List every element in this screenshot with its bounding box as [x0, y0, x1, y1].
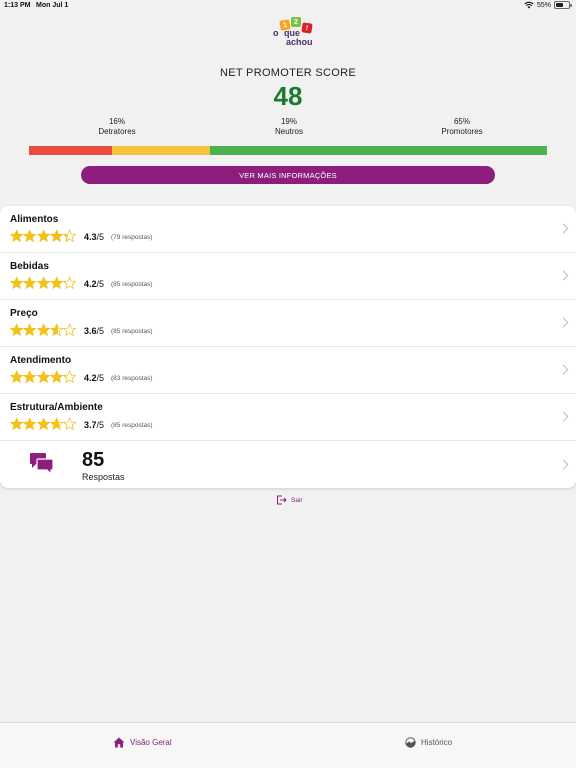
home-icon: [113, 737, 125, 748]
star-icon: [23, 276, 37, 290]
rating-score: 3.7/5: [84, 420, 105, 430]
star-icon: [10, 276, 24, 290]
star-icon: [49, 370, 64, 384]
battery-icon: [554, 1, 572, 9]
promoters-label: Promotores: [441, 127, 483, 136]
rating-count: (85 respostas): [111, 281, 153, 288]
star-icon: [10, 417, 24, 431]
star-icon: [63, 370, 77, 384]
tab-visao-geral[interactable]: Visão Geral: [113, 737, 172, 748]
star-icon: [63, 323, 77, 337]
logo-mark-2: 2: [291, 17, 301, 27]
logout-label: Sair: [291, 496, 303, 504]
chat-bubbles-icon: [30, 453, 54, 476]
rating-score: 4.2/5: [84, 373, 105, 383]
star-rating: [10, 229, 77, 243]
logout-button[interactable]: Sair: [276, 495, 303, 505]
rating-score: 4.2/5: [84, 279, 105, 289]
app-logo: 1 2 ! o que achou: [272, 17, 316, 50]
star-icon: [36, 370, 50, 384]
star-icon: [10, 323, 24, 337]
star-icon: [36, 229, 50, 243]
star-icon: [23, 417, 37, 431]
star-icon: [23, 229, 37, 243]
star-icon: [23, 370, 37, 384]
star-icon: [63, 417, 77, 431]
nps-bar-promoters: [210, 146, 547, 155]
status-date: Mon Jul 1: [36, 2, 69, 9]
rating-label: Preço: [10, 308, 38, 319]
rating-label: Alimentos: [10, 214, 59, 225]
star-icon: [63, 229, 77, 243]
nps-score: 48: [273, 81, 303, 111]
chevron-right-icon: [558, 411, 569, 422]
rating-label: Atendimento: [10, 355, 72, 366]
detractors-percent: 16%: [108, 117, 125, 126]
tab-historico[interactable]: Histórico: [405, 737, 452, 748]
detractors-label: Detratores: [98, 127, 136, 136]
logo-text-3: achou: [286, 37, 313, 47]
wifi-icon: [524, 1, 534, 9]
logo-text-1: o: [273, 28, 279, 38]
chevron-right-icon: [558, 317, 569, 328]
rating-label: Bebidas: [10, 261, 49, 272]
status-bar: 1:13 PM Mon Jul 1 55%: [0, 0, 576, 12]
star-icon: [49, 276, 64, 290]
star-icon: [10, 229, 24, 243]
neutrals-percent: 19%: [280, 117, 297, 126]
star-rating: [10, 417, 77, 431]
neutrals-label: Neutros: [274, 127, 303, 136]
rating-row-alimentos[interactable]: Alimentos 4.3/5 (79 respostas): [0, 206, 576, 253]
rating-count: (79 respostas): [111, 234, 153, 241]
rating-score: 3.6/5: [84, 326, 105, 336]
star-rating: [10, 370, 77, 384]
battery-percent: 55%: [536, 1, 551, 9]
nps-detractors: 16% Detratores: [57, 117, 177, 137]
chevron-right-icon: [558, 459, 569, 470]
nps-bar-detractors: [29, 146, 112, 155]
nps-bar-neutrals: [111, 146, 211, 155]
rating-row-atendimento[interactable]: Atendimento 4.2/5 (83 respostas): [0, 347, 576, 394]
star-rating: [10, 323, 77, 337]
star-icon: [23, 323, 37, 337]
rating-row-preco[interactable]: Preço 3.6/5 (85 respostas): [0, 300, 576, 347]
promoters-percent: 65%: [453, 117, 470, 126]
star-icon: [49, 229, 64, 243]
star-icon: [10, 370, 24, 384]
logout-icon: [277, 495, 287, 505]
star-icon: [49, 417, 64, 431]
status-right: 55%: [524, 1, 572, 9]
tab-label: Visão Geral: [130, 738, 172, 747]
nps-promoters: 65% Promotores: [402, 117, 522, 137]
chevron-right-icon: [558, 223, 569, 234]
star-icon: [49, 323, 64, 337]
tab-bar: Visão Geral Histórico: [0, 722, 576, 768]
responses-label: Respostas: [82, 472, 125, 482]
chevron-right-icon: [558, 364, 569, 375]
rating-label: Estrutura/Ambiente: [10, 402, 103, 413]
rating-row-bebidas[interactable]: Bebidas 4.2/5 (85 respostas): [0, 253, 576, 300]
star-icon: [36, 276, 50, 290]
rating-count: (83 respostas): [111, 375, 153, 382]
rating-count: (85 respostas): [111, 422, 153, 429]
logo-mark-3: !: [301, 22, 313, 34]
history-icon: [405, 737, 416, 748]
rating-score: 4.3/5: [84, 232, 105, 242]
responses-row[interactable]: 85 Respostas: [0, 441, 576, 488]
rating-row-estrutura[interactable]: Estrutura/Ambiente 3.7/5 (85 respostas): [0, 394, 576, 441]
ratings-card: Alimentos 4.3/5 (79 respostas) Bebidas 4…: [0, 206, 576, 488]
chevron-right-icon: [558, 270, 569, 281]
nps-title: NET PROMOTER SCORE: [220, 67, 356, 79]
star-rating: [10, 276, 77, 290]
more-info-button[interactable]: VER MAIS INFORMAÇÕES: [81, 166, 495, 184]
nps-distribution-bar: [29, 146, 547, 155]
star-icon: [63, 276, 77, 290]
responses-total: 85: [82, 449, 105, 471]
nps-neutrals: 19% Neutros: [229, 117, 349, 137]
star-icon: [36, 417, 50, 431]
star-icon: [36, 323, 50, 337]
rating-count: (85 respostas): [111, 328, 153, 335]
status-time: 1:13 PM: [4, 2, 31, 9]
tab-label: Histórico: [421, 738, 453, 747]
